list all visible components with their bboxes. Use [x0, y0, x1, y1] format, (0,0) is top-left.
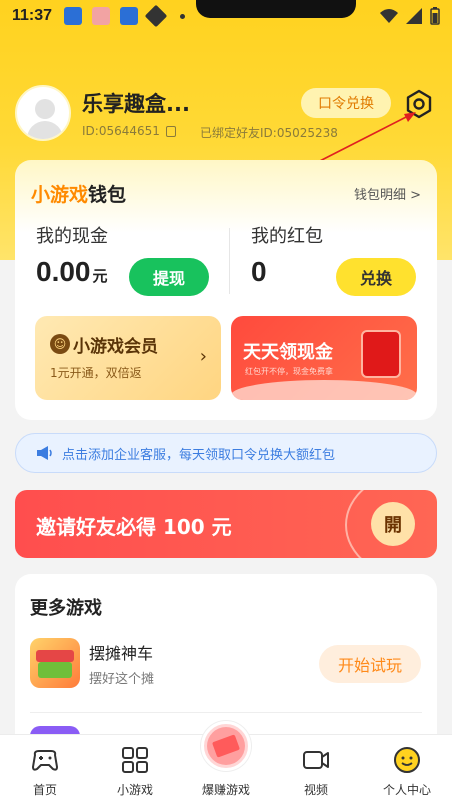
copy-icon[interactable] [165, 125, 176, 137]
app-notification-icon [64, 7, 83, 25]
nav-profile[interactable]: 个人中心 [362, 735, 452, 804]
gamepad-icon [31, 750, 59, 771]
wallet-card: 小游戏钱包 钱包明细 > 我的现金 0.00 元 提现 我的红包 0 兑换 ☺ 小… [15, 160, 437, 420]
daily-cash-subtitle: 红包开不停，现金免费拿 [245, 367, 333, 376]
cash-coin-icon [201, 721, 251, 771]
my-redpacket-label: 我的红包 [251, 226, 323, 247]
wallet-title-prefix: 小游戏 [31, 184, 89, 206]
nav-label: 爆赚游戏 [201, 783, 250, 797]
invite-friends-banner[interactable]: 邀请好友必得 100 元 開 [15, 490, 437, 558]
video-camera-icon [303, 751, 329, 769]
exchange-button[interactable]: 兑换 [336, 258, 416, 296]
wallet-title: 小游戏钱包 [31, 180, 126, 207]
avatar[interactable] [15, 85, 71, 141]
game-description: 摆好这个摊 [89, 672, 155, 687]
redeem-code-button[interactable]: 口令兑换 [301, 88, 391, 118]
vip-badge-icon: ☺ [50, 334, 70, 354]
game-name: 摆摊神车 [89, 644, 154, 663]
wifi-icon [380, 9, 398, 23]
open-button[interactable]: 開 [371, 502, 415, 546]
smiley-face-icon [394, 747, 420, 773]
cash-icon [211, 734, 241, 758]
nav-hot-games[interactable]: 爆赚游戏 [181, 721, 271, 804]
wallet-detail-link[interactable]: 钱包明细 > [354, 184, 421, 203]
nav-home[interactable]: 首页 [0, 735, 90, 804]
red-envelope-icon [361, 330, 401, 378]
daily-cash-banner[interactable]: 天天领现金 红包开不停，现金免费拿 [231, 316, 417, 400]
mini-game-vip-card[interactable]: ☺ 小游戏会员 1元开通，双倍返 › [35, 316, 221, 400]
vip-title: 小游戏会员 [73, 337, 158, 357]
cash-unit: 元 [92, 268, 108, 285]
nav-label: 小游戏 [116, 783, 153, 797]
settings-button[interactable] [403, 88, 435, 120]
nav-video[interactable]: 视频 [271, 735, 361, 804]
my-cash-value: 0.00 元 [36, 256, 108, 288]
avatar-placeholder-icon [35, 99, 55, 119]
settings-hexagon-icon [406, 89, 432, 119]
more-notifications-icon [180, 13, 186, 19]
user-id: ID:05644651 [82, 124, 176, 138]
food-cart-icon [38, 662, 72, 678]
cash-amount: 0.00 [36, 256, 91, 287]
app-notification-icon [92, 7, 111, 25]
user-id-text: ID:05644651 [82, 124, 160, 138]
my-redpacket-value: 0 [251, 256, 267, 287]
nav-label: 个人中心 [382, 783, 431, 797]
app-notification-icon [120, 7, 139, 25]
avatar-placeholder-icon [27, 121, 63, 139]
grid-icon [122, 747, 148, 773]
status-time: 11:37 [12, 7, 53, 24]
cash-coin-icon [207, 727, 245, 765]
divider [30, 712, 422, 713]
invite-text: 邀请好友必得 100 元 [36, 515, 232, 539]
game-thumbnail[interactable] [30, 638, 80, 688]
nav-mini-games[interactable]: 小游戏 [90, 735, 180, 804]
more-games-title: 更多游戏 [30, 598, 102, 619]
start-trial-button[interactable]: 开始试玩 [319, 645, 421, 683]
bottom-navigation: 首页 小游戏 爆赚游戏 视频 个人中心 [0, 721, 452, 804]
megaphone-icon [37, 446, 52, 460]
daily-cash-title: 天天领现金 [243, 342, 333, 363]
battery-icon [430, 7, 440, 25]
signal-icon [406, 8, 422, 24]
cloud-decoration [231, 380, 417, 400]
withdraw-button[interactable]: 提现 [129, 258, 209, 296]
wallet-title-suffix: 钱包 [88, 184, 127, 206]
divider [229, 228, 230, 294]
customer-service-notice[interactable]: 点击添加企业客服，每天领取口令兑换大额红包 [15, 433, 437, 473]
food-cart-icon [36, 650, 74, 662]
camera-notch [196, 0, 356, 18]
bound-friend-id: 已绑定好友ID:05025238 [200, 126, 338, 140]
app-notification-icon [144, 4, 168, 28]
chevron-right-icon: › [199, 346, 207, 367]
nav-label: 首页 [32, 783, 57, 797]
nav-label: 视频 [303, 783, 328, 797]
vip-subtitle: 1元开通，双倍返 [50, 366, 142, 380]
username: 乐享趣盒... [82, 92, 190, 116]
my-cash-label: 我的现金 [36, 226, 108, 247]
notice-text: 点击添加企业客服，每天领取口令兑换大额红包 [62, 447, 336, 463]
